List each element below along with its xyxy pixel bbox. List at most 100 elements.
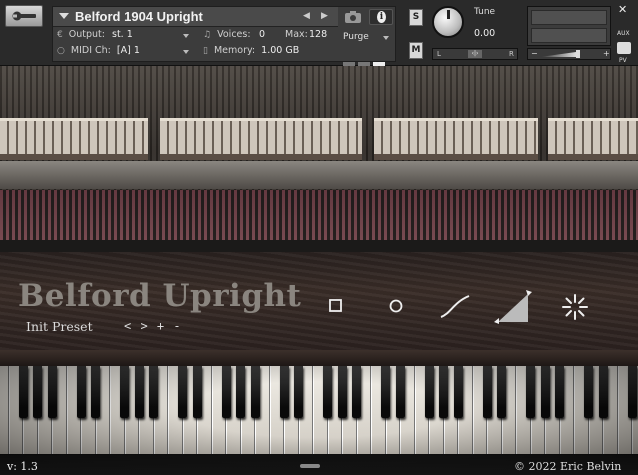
- black-key[interactable]: [192, 366, 202, 418]
- black-key[interactable]: [294, 366, 303, 418]
- voices-icon: ♫: [203, 30, 212, 40]
- volume-handle[interactable]: [576, 50, 580, 58]
- tune-value: 0.00: [474, 28, 496, 39]
- info-icon: i: [377, 11, 386, 23]
- piano-hammers-image: [0, 118, 638, 160]
- memory-display: ▯ Memory: 1.00 GB: [203, 45, 333, 60]
- volume-slider[interactable]: − +: [527, 48, 611, 60]
- black-key[interactable]: [598, 366, 608, 418]
- black-key[interactable]: [236, 366, 245, 418]
- black-key[interactable]: [120, 366, 129, 418]
- version-label: v: 1.3: [7, 460, 38, 473]
- black-key[interactable]: [584, 366, 593, 418]
- midi-label: MIDI Ch:: [70, 45, 111, 56]
- instrument-header: Belford 1904 Upright ◀ ▶ i € Output: st.…: [0, 0, 638, 66]
- midi-dropdown-icon: [183, 50, 189, 54]
- voices-display: ♫ Voices: 0 Max: 128: [203, 29, 333, 44]
- aux-label: AUX: [617, 30, 630, 37]
- purge-label: Purge: [343, 32, 369, 42]
- curve-icon[interactable]: [438, 292, 472, 320]
- tune-label: Tune: [474, 7, 496, 17]
- ramp-icon[interactable]: [492, 288, 534, 324]
- black-key[interactable]: [627, 366, 637, 418]
- black-key[interactable]: [33, 366, 42, 418]
- pan-center-handle[interactable]: ‹|›: [468, 50, 482, 58]
- black-key[interactable]: [497, 366, 506, 418]
- wrench-button[interactable]: [5, 5, 43, 27]
- output-value: st. 1: [112, 29, 133, 40]
- black-key[interactable]: [76, 366, 86, 418]
- copyright-label: © 2022 Eric Belvin: [514, 460, 622, 473]
- hammer-rail-image: [0, 161, 638, 189]
- preset-name[interactable]: Init Preset: [26, 319, 93, 334]
- black-key[interactable]: [381, 366, 390, 418]
- instrument-title-row: Belford 1904 Upright ◀ ▶: [53, 7, 338, 27]
- footer-bar: v: 1.3 © 2022 Eric Belvin: [0, 455, 638, 475]
- piano-dampers-image: [0, 190, 638, 240]
- black-key[interactable]: [18, 366, 28, 418]
- max-voices-value[interactable]: 128: [309, 29, 327, 40]
- wrench-icon: [12, 11, 36, 21]
- purge-dropdown-icon: [383, 36, 389, 40]
- instrument-title[interactable]: Belford 1904 Upright: [75, 9, 203, 24]
- black-key[interactable]: [250, 366, 260, 418]
- tune-knob[interactable]: [432, 6, 464, 38]
- pv-label: PV: [619, 57, 627, 64]
- mute-button[interactable]: M: [409, 42, 423, 59]
- voices-label: Voices:: [217, 29, 251, 40]
- max-label: Max:: [285, 29, 308, 40]
- black-key[interactable]: [134, 366, 144, 418]
- solo-button[interactable]: S: [409, 9, 423, 26]
- black-key[interactable]: [149, 366, 158, 418]
- instrument-title-logo: Belford Upright: [18, 278, 302, 314]
- pan-right-label: R: [509, 50, 514, 58]
- black-key[interactable]: [424, 366, 434, 418]
- white-key[interactable]: [0, 366, 9, 454]
- black-key[interactable]: [178, 366, 187, 418]
- collapse-arrow-icon[interactable]: [59, 13, 69, 19]
- black-key[interactable]: [352, 366, 361, 418]
- prev-instrument-icon[interactable]: ◀: [303, 11, 310, 21]
- aux-button[interactable]: [617, 42, 631, 54]
- pan-left-label: L: [437, 50, 441, 58]
- square-icon[interactable]: [328, 298, 344, 314]
- black-key[interactable]: [323, 366, 332, 418]
- close-icon[interactable]: ✕: [618, 3, 627, 16]
- circle-icon[interactable]: [388, 298, 404, 314]
- black-key[interactable]: [540, 366, 550, 418]
- volume-minus: −: [531, 49, 538, 58]
- output-label: Output:: [68, 29, 105, 40]
- black-key[interactable]: [91, 366, 100, 418]
- volume-fill: [540, 52, 576, 57]
- black-key[interactable]: [526, 366, 535, 418]
- output-selector[interactable]: € Output: st. 1: [57, 29, 195, 44]
- black-key[interactable]: [221, 366, 231, 418]
- voices-value: 0: [259, 29, 266, 40]
- camera-icon: [345, 11, 361, 23]
- instrument-ui: Belford Upright Init Preset < > + - v: 1…: [0, 66, 638, 475]
- black-key[interactable]: [555, 366, 564, 418]
- black-key[interactable]: [439, 366, 448, 418]
- purge-menu[interactable]: Purge: [339, 29, 393, 66]
- sparkle-icon[interactable]: [560, 292, 590, 322]
- volume-plus: +: [603, 49, 610, 58]
- midi-icon: ○: [57, 46, 65, 56]
- snapshot-button[interactable]: [341, 9, 365, 25]
- midi-channel-selector[interactable]: ○ MIDI Ch: [A] 1: [57, 45, 195, 60]
- black-key[interactable]: [482, 366, 492, 418]
- preset-nav-buttons[interactable]: < > + -: [124, 319, 182, 333]
- memory-label: Memory:: [213, 45, 256, 56]
- black-key[interactable]: [453, 366, 463, 418]
- instrument-panel: Belford 1904 Upright ◀ ▶ i € Output: st.…: [52, 6, 396, 66]
- black-key[interactable]: [395, 366, 405, 418]
- next-instrument-icon[interactable]: ▶: [321, 11, 328, 21]
- pan-slider[interactable]: L ‹|› R: [432, 48, 518, 60]
- name-board: Belford Upright Init Preset < > + -: [0, 252, 638, 350]
- info-button[interactable]: i: [369, 9, 393, 25]
- purge-meter: [343, 51, 391, 66]
- black-key[interactable]: [279, 366, 289, 418]
- output-dropdown-icon: [183, 34, 189, 38]
- midi-value: [A] 1: [116, 45, 140, 56]
- black-key[interactable]: [47, 366, 57, 418]
- black-key[interactable]: [337, 366, 347, 418]
